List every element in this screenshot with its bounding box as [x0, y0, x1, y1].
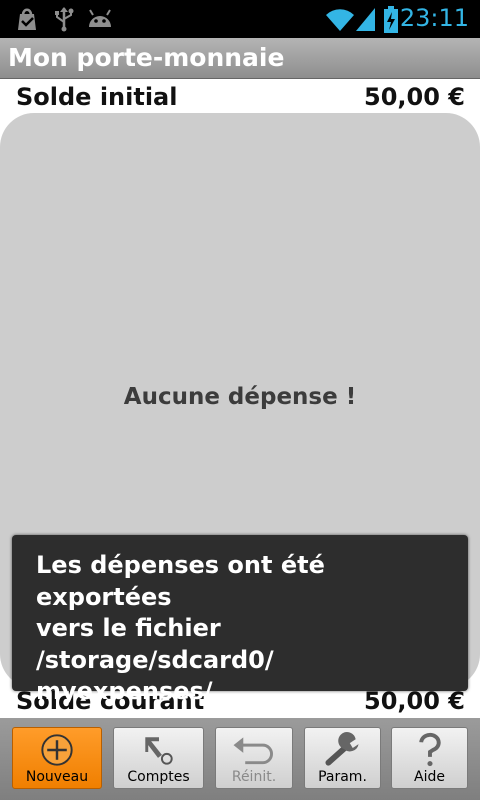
android-icon: [89, 9, 111, 27]
initial-balance-label: Solde initial: [16, 83, 178, 111]
accounts-button[interactable]: Comptes: [113, 727, 204, 789]
wrench-icon: [325, 732, 359, 766]
help-label: Aide: [414, 769, 445, 785]
accounts-icon: [145, 737, 173, 765]
question-mark-icon: [419, 732, 441, 767]
new-expense-label: Nouveau: [25, 769, 89, 785]
usb-icon: [55, 7, 74, 32]
battery-charging-icon: [384, 6, 398, 33]
toast-line: myexpenses/: [36, 677, 213, 705]
status-time: 23:11: [399, 4, 469, 32]
initial-balance-row: Solde initial 50,00 €: [0, 80, 480, 116]
toast-line: vers le fichier /storage/sdcard0/: [36, 614, 274, 674]
settings-label: Param.: [318, 769, 367, 785]
accounts-label: Comptes: [127, 769, 190, 785]
initial-balance-value: 50,00 €: [364, 83, 465, 111]
wifi-icon: [326, 9, 354, 32]
empty-list-message: Aucune dépense !: [123, 384, 357, 410]
reset-label: Réinit.: [231, 769, 277, 785]
export-toast: Les dépenses ont été exportées vers le f…: [12, 535, 468, 768]
shopping-bag-icon: [18, 8, 36, 30]
undo-icon: [233, 737, 273, 765]
status-bar: 23:11: [0, 0, 480, 38]
toast-line: Les dépenses ont été exportées: [36, 551, 325, 611]
signal-icon: [356, 8, 375, 31]
new-expense-button[interactable]: Nouveau: [12, 727, 102, 789]
title-bar: Mon porte-monnaie: [0, 38, 480, 79]
reset-button[interactable]: Réinit.: [215, 727, 293, 789]
settings-button[interactable]: Param.: [304, 727, 381, 789]
help-button[interactable]: Aide: [391, 727, 468, 789]
page-title: Mon porte-monnaie: [8, 43, 285, 72]
add-circle-icon: [41, 734, 73, 766]
